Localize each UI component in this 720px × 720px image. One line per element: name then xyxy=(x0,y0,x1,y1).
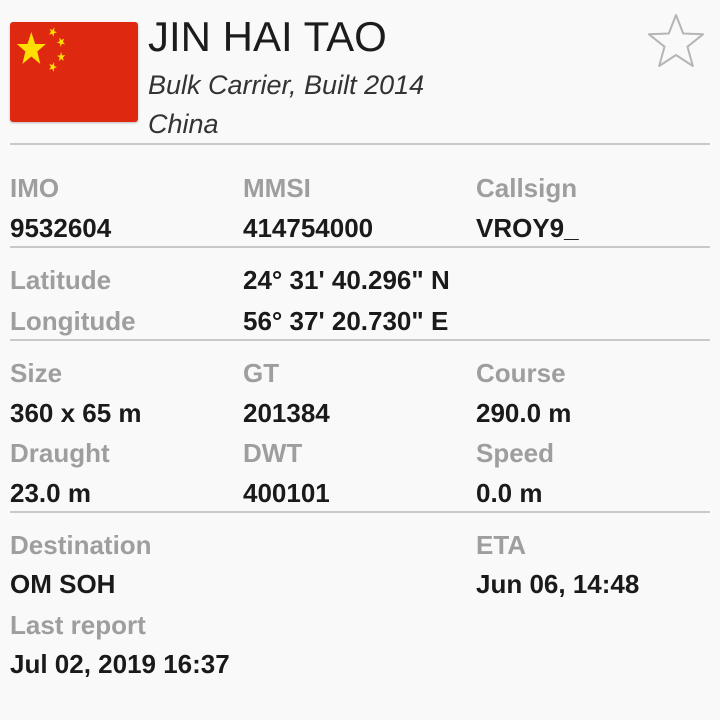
eta-value: Jun 06, 14:48 xyxy=(476,569,640,599)
size-label: Size xyxy=(10,358,63,388)
gt-value: 201384 xyxy=(243,398,330,428)
divider xyxy=(10,246,710,248)
eta-label: ETA xyxy=(476,530,527,560)
draught-value: 23.0 m xyxy=(10,478,91,508)
vessel-type-built: Bulk Carrier, Built 2014 xyxy=(148,70,425,100)
destination-value: OM SOH xyxy=(10,569,116,599)
course-value: 290.0 m xyxy=(476,398,572,428)
latitude-label: Latitude xyxy=(10,265,112,295)
last-report-value: Jul 02, 2019 16:37 xyxy=(10,649,230,679)
divider xyxy=(10,143,710,145)
draught-label: Draught xyxy=(10,438,110,468)
vessel-details-card: JIN HAI TAO Bulk Carrier, Built 2014 Chi… xyxy=(0,0,720,720)
dwt-label: DWT xyxy=(243,438,303,468)
gt-label: GT xyxy=(243,358,280,388)
destination-label: Destination xyxy=(10,530,152,560)
callsign-value: VROY9_ xyxy=(476,213,579,243)
dwt-value: 400101 xyxy=(243,478,330,508)
callsign-label: Callsign xyxy=(476,173,578,203)
speed-label: Speed xyxy=(476,438,555,468)
latitude-value: 24° 31' 40.296" N xyxy=(243,265,450,295)
mmsi-value: 414754000 xyxy=(243,213,374,243)
size-value: 360 x 65 m xyxy=(10,398,142,428)
divider xyxy=(10,511,710,513)
course-label: Course xyxy=(476,358,566,388)
vessel-country: China xyxy=(148,109,219,139)
imo-value: 9532604 xyxy=(10,213,112,243)
speed-value: 0.0 m xyxy=(476,478,543,508)
mmsi-label: MMSI xyxy=(243,173,311,203)
vessel-name: JIN HAI TAO xyxy=(148,13,387,60)
star-outline-icon[interactable] xyxy=(646,12,706,72)
last-report-label: Last report xyxy=(10,610,146,640)
longitude-label: Longitude xyxy=(10,306,136,336)
imo-label: IMO xyxy=(10,173,60,203)
longitude-value: 56° 37' 20.730" E xyxy=(243,306,449,336)
china-flag-icon xyxy=(10,22,138,122)
divider xyxy=(10,339,710,341)
